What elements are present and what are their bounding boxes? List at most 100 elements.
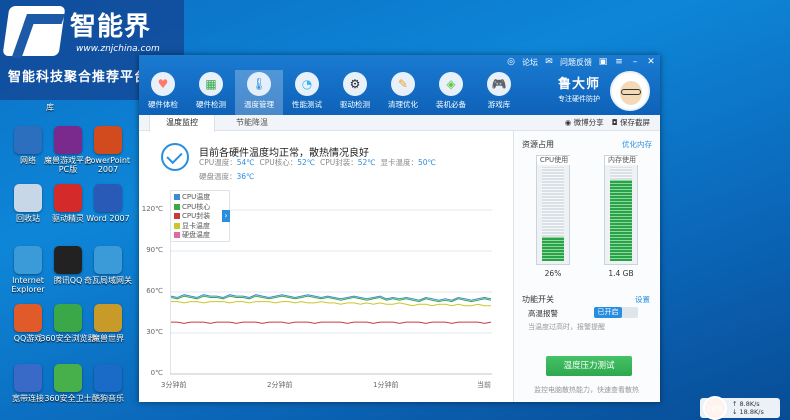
cpu-usage-value: 26% <box>544 269 562 278</box>
nav-icon: ◈ <box>439 72 463 96</box>
cpu-meter-label: CPU使用 <box>537 156 571 165</box>
optimize-memory-link[interactable]: 优化内存 <box>622 139 652 150</box>
feedback-link[interactable]: 问题反馈 <box>560 57 592 68</box>
weibo-share-button[interactable]: ◉ 微博分享 <box>565 115 604 131</box>
nav-icon: ⚙ <box>343 72 367 96</box>
mascot-avatar[interactable] <box>610 71 650 111</box>
menu-icon[interactable]: ≡ <box>614 58 624 67</box>
minimize-icon[interactable]: – <box>630 58 640 67</box>
close-icon[interactable]: ✕ <box>646 58 656 67</box>
series-line <box>170 294 492 301</box>
desktop-icon[interactable]: Word 2007 <box>80 184 136 223</box>
forum-link[interactable]: 论坛 <box>522 57 538 68</box>
weibo-share-label: 微博分享 <box>573 118 604 127</box>
legend-label: CPU核心 <box>182 202 211 211</box>
nav-label: 游戏库 <box>487 100 511 109</box>
gpu-temp-value: 50℃ <box>418 158 436 167</box>
resource-title: 资源占用 <box>522 140 554 149</box>
cpu-temp-value: 54℃ <box>236 158 255 167</box>
app-icon <box>14 246 42 274</box>
chart-legend: CPU温度 CPU核心 CPU封装 显卡温度 硬盘温度 <box>170 190 230 242</box>
alarm-desc: 当温度过高时，报警提醒 <box>528 323 605 331</box>
nav-icon: ✎ <box>391 72 415 96</box>
status-row-2: 硬盘温度：36℃ <box>199 171 254 182</box>
cpu-meter-fill <box>542 236 564 261</box>
nav-item[interactable]: ◈ 装机必备 <box>427 70 475 115</box>
status-ok-icon <box>161 143 189 171</box>
nav-item[interactable]: 🎮 游戏库 <box>475 70 523 115</box>
app-icon <box>94 364 122 392</box>
tab-temp-monitor[interactable]: 温度监控 <box>149 115 215 132</box>
status-row-1: CPU温度：54℃ CPU核心：52℃ CPU封装：52℃ 显卡温度：50℃ <box>199 157 436 168</box>
cpu-core-label: CPU核心： <box>259 158 298 167</box>
desktop-icon[interactable]: PowerPoint 2007 <box>80 126 136 174</box>
alarm-label: 高温报警 <box>528 309 558 318</box>
nav-item[interactable]: ▦ 硬件检测 <box>187 70 235 115</box>
legend-item[interactable]: CPU封装 <box>174 212 226 222</box>
nav-icon: 🌡 <box>247 72 271 96</box>
legend-label: 显卡温度 <box>182 221 210 230</box>
skin-icon[interactable]: ▣ <box>598 58 608 67</box>
legend-collapse-icon[interactable]: › <box>222 210 230 222</box>
nav-label: 硬件检测 <box>196 100 226 109</box>
tab-energy-saving[interactable]: 节能降温 <box>219 115 285 131</box>
nav-item[interactable]: ⚙ 驱动检测 <box>331 70 379 115</box>
legend-label: CPU封装 <box>182 212 211 220</box>
cpu-core-value: 52℃ <box>297 158 316 167</box>
legend-item[interactable]: CPU核心 <box>174 203 226 213</box>
mem-meter-label: 内存使用 <box>605 156 639 165</box>
alarm-toggle[interactable]: 已开启 <box>594 307 638 318</box>
desktop-icon-label: PowerPoint 2007 <box>85 156 131 175</box>
nav-item[interactable]: ◔ 性能测试 <box>283 70 331 115</box>
y-tick-label: 90℃ <box>146 246 163 254</box>
nav-icon: ▦ <box>199 72 223 96</box>
y-tick-label: 120℃ <box>141 205 163 213</box>
legend-swatch <box>174 222 180 229</box>
cpu-meter: CPU使用 <box>536 155 571 265</box>
brand-sub: 专注硬件防护 <box>558 95 600 103</box>
series-line <box>171 301 491 307</box>
desktop-icon-label: Word 2007 <box>86 214 130 223</box>
legend-swatch <box>174 213 180 219</box>
mem-usage-value: 1.4 GB <box>608 269 634 278</box>
y-tick-label: 0℃ <box>150 369 163 377</box>
nav-label: 温度管理 <box>244 100 274 109</box>
nav-label: 清理优化 <box>388 100 418 109</box>
app-icon <box>14 184 42 212</box>
y-tick-label: 60℃ <box>146 287 163 295</box>
save-screenshot-button[interactable]: ◘ 保存截屏 <box>612 115 650 131</box>
resource-panel: 资源占用 优化内存 CPU使用 26% 内存使用 1.4 GB 功能开关 设置 … <box>513 131 660 402</box>
feedback-icon: ✉ <box>545 57 553 67</box>
desktop-icon[interactable]: 酷狗音乐 <box>80 364 136 403</box>
desktop-icon[interactable]: 奇瓦局域网关 <box>80 246 136 285</box>
tab-actions: ◉ 微博分享 ◘ 保存截屏 <box>565 115 650 131</box>
nav-icon: 🎮 <box>487 72 511 96</box>
app-icon <box>54 184 82 212</box>
legend-item[interactable]: 硬盘温度 <box>174 231 226 241</box>
settings-link[interactable]: 设置 <box>635 294 650 305</box>
main-nav: ♥ 硬件体检 ▦ 硬件检测 🌡 温度管理 ◔ 性能测试 ⚙ 驱动检测 ✎ 清理优化 ◈ 装机必备 🎮 游戏库 <box>139 70 523 115</box>
mem-meter: 内存使用 <box>604 155 639 265</box>
stress-test-button[interactable]: 温度压力测试 <box>546 356 632 376</box>
app-icon <box>54 246 82 274</box>
camera-icon: ◘ <box>611 118 620 127</box>
forum-icon: ◎ <box>507 57 515 67</box>
legend-label: CPU温度 <box>182 193 211 201</box>
app-icon <box>14 304 42 332</box>
nav-icon: ◔ <box>295 72 319 96</box>
nav-item[interactable]: ♥ 硬件体检 <box>139 70 187 115</box>
app-icon <box>94 304 122 332</box>
desktop-icon[interactable]: 魔兽世界 <box>80 304 136 343</box>
desktop-icon-label: 酷狗音乐 <box>92 394 124 403</box>
cpu-temp-label: CPU温度： <box>199 158 237 167</box>
desktop-icon-label: 魔兽世界 <box>92 334 124 343</box>
nav-item[interactable]: ✎ 清理优化 <box>379 70 427 115</box>
x-tick-label: 3分钟前 <box>161 381 187 389</box>
series-line <box>171 321 492 324</box>
legend-item[interactable]: CPU温度 <box>174 193 226 203</box>
legend-item[interactable]: 显卡温度 <box>174 222 226 232</box>
app-icon <box>54 126 82 154</box>
mem-meter-track <box>610 167 632 261</box>
alarm-toggle-state: 已开启 <box>594 307 622 318</box>
nav-item[interactable]: 🌡 温度管理 <box>235 70 283 115</box>
